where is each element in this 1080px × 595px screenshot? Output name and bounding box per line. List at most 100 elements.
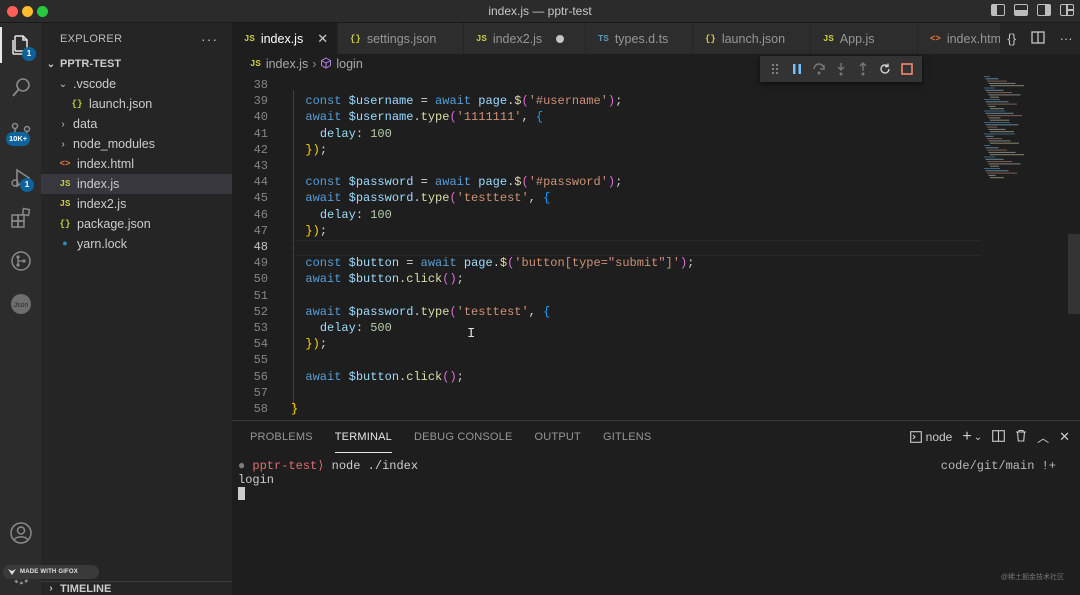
debug-toolbar — [760, 56, 922, 82]
code-text: delay: 100 — [319, 126, 392, 141]
panel-tab[interactable]: PROBLEMS — [250, 421, 313, 453]
editor-tab[interactable]: JS index2.js — [464, 23, 586, 54]
extensions-activity[interactable] — [0, 198, 41, 238]
panel-tab[interactable]: GITLENS — [603, 421, 651, 453]
panel-tab[interactable]: TERMINAL — [334, 421, 392, 453]
editor-tab[interactable]: TS types.d.ts — [586, 23, 693, 54]
panel-tab[interactable]: DEBUG CONSOLE — [414, 421, 513, 453]
toggle-secondary-sidebar-icon[interactable] — [1037, 4, 1051, 16]
code-line[interactable]: 57 — [232, 386, 982, 402]
gitlens-activity[interactable] — [0, 241, 41, 281]
js-file-icon: JS — [823, 33, 834, 44]
terminal-selector[interactable]: node — [909, 430, 952, 444]
trash-icon[interactable] — [1015, 429, 1027, 445]
search-activity[interactable] — [0, 68, 41, 108]
more-editor-actions-icon[interactable]: ··· — [1060, 31, 1073, 46]
editor-tab[interactable]: JS App.js — [811, 23, 918, 54]
code-line[interactable]: 40 await $username.type('1111111', { — [232, 110, 982, 126]
drag-handle-icon[interactable] — [766, 60, 784, 78]
code-line[interactable]: 45 await $password.type('testtest', { — [232, 191, 982, 207]
tree-item[interactable]: ⌄ .vscode — [41, 74, 232, 94]
tree-item[interactable]: JS index2.js — [41, 194, 232, 214]
minimap-line — [987, 126, 997, 128]
step-into-button[interactable] — [832, 60, 850, 78]
accounts-activity[interactable] — [0, 513, 41, 553]
tree-item[interactable]: › data — [41, 114, 232, 134]
tab-label: index.html — [946, 31, 1004, 46]
minimap[interactable] — [980, 74, 1070, 194]
split-editor-icon[interactable] — [1031, 30, 1045, 47]
code-line[interactable]: 41 delay: 100 — [232, 127, 982, 143]
code-line[interactable]: 51 — [232, 289, 982, 305]
code-line[interactable]: 43 — [232, 159, 982, 175]
stop-button[interactable] — [898, 60, 916, 78]
code-line[interactable]: 52 await $password.type('testtest', { — [232, 305, 982, 321]
minimap-line — [990, 142, 1019, 144]
tree-item-label: launch.json — [89, 97, 153, 111]
code-editor[interactable]: Ι 38 39 const $username = await page.$('#… — [232, 74, 1080, 420]
close-tab-icon[interactable]: ✕ — [317, 31, 328, 47]
code-line[interactable]: 48 — [232, 240, 982, 256]
restart-icon — [880, 63, 890, 74]
prompt-dir: pptr-test — [252, 459, 318, 473]
code-line[interactable]: 54 }); — [232, 337, 982, 353]
toggle-panel-icon[interactable] — [1014, 4, 1028, 16]
workspace-section[interactable]: ⌄ PPTR-TEST — [41, 54, 232, 74]
code-line[interactable]: 56 await $button.click(); — [232, 370, 982, 386]
split-terminal-icon[interactable] — [992, 429, 1005, 445]
explorer-activity[interactable]: 1 — [0, 25, 41, 65]
minimap-line — [985, 147, 999, 149]
bottom-panel: PROBLEMS TERMINAL DEBUG CONSOLE OUTPUT GITLE… — [232, 420, 1080, 595]
editor-scrollbar[interactable] — [1068, 234, 1080, 314]
step-over-button[interactable] — [810, 60, 828, 78]
layout-controls — [991, 4, 1074, 16]
open-json-icon[interactable]: {} — [1007, 31, 1016, 46]
terminal-prompt-line: ● pptr-test⟩ node ./index — [238, 459, 418, 473]
tree-item[interactable]: ● yarn.lock — [41, 234, 232, 254]
chevron-right-icon: › — [61, 138, 65, 150]
breadcrumb: JS index.js › login — [232, 54, 1080, 74]
run-debug-activity[interactable]: 1 — [0, 158, 41, 198]
breadcrumb-symbol[interactable]: login — [336, 57, 362, 71]
json-activity[interactable]: Json — [0, 284, 41, 324]
code-line[interactable]: 46 delay: 100 — [232, 208, 982, 224]
tree-item[interactable]: JS index.js — [41, 174, 232, 194]
chevron-down-icon[interactable]: ⌄ — [974, 432, 982, 443]
code-line[interactable]: 47 }); — [232, 224, 982, 240]
code-line[interactable]: 42 }); — [232, 143, 982, 159]
restart-button[interactable] — [876, 60, 894, 78]
code-line[interactable]: 39 const $username = await page.$('#user… — [232, 94, 982, 110]
timeline-section[interactable]: › TIMELINE — [41, 581, 232, 595]
close-panel-icon[interactable]: ✕ — [1059, 429, 1070, 445]
explorer-badge: 1 — [22, 47, 36, 61]
editor-tab[interactable]: JS index.js ✕ — [232, 23, 338, 54]
tree-item[interactable]: {} launch.json — [41, 94, 232, 114]
editor-tab[interactable]: {} settings.json — [338, 23, 464, 54]
tree-item[interactable]: <> index.html — [41, 154, 232, 174]
code-line[interactable]: 50 await $button.click(); — [232, 272, 982, 288]
code-line[interactable]: 58} — [232, 402, 982, 418]
step-out-button[interactable] — [854, 60, 872, 78]
new-terminal-icon[interactable]: + — [962, 428, 971, 446]
source-control-activity[interactable]: 10K+ — [0, 113, 41, 153]
toggle-sidebar-icon[interactable] — [991, 4, 1005, 16]
unsaved-dot-icon[interactable] — [556, 34, 565, 43]
minimap-line — [990, 96, 999, 98]
breadcrumb-file[interactable]: index.js — [266, 57, 308, 71]
explorer-sidebar: EXPLORER ··· ⌄ PPTR-TEST ⌄ .vscode {} launc… — [41, 23, 232, 595]
terminal-output[interactable]: ● pptr-test⟩ node ./index login — [238, 459, 418, 501]
tree-item[interactable]: {} package.json — [41, 214, 232, 234]
maximize-panel-icon[interactable]: ︿ — [1037, 429, 1049, 446]
code-line[interactable]: 55 — [232, 353, 982, 369]
pause-button[interactable] — [788, 60, 806, 78]
tree-item[interactable]: › node_modules — [41, 134, 232, 154]
editor-tab[interactable]: {} launch.json — [693, 23, 811, 54]
customize-layout-icon[interactable] — [1060, 4, 1074, 16]
minimap-line — [988, 140, 1011, 142]
code-line[interactable]: 53 delay: 500 — [232, 321, 982, 337]
panel-tab[interactable]: OUTPUT — [535, 421, 581, 453]
explorer-header: EXPLORER ··· — [41, 23, 232, 54]
code-line[interactable]: 44 const $password = await page.$('#pass… — [232, 175, 982, 191]
more-actions-icon[interactable]: ··· — [201, 31, 218, 47]
code-line[interactable]: 49 const $button = await page.$('button[… — [232, 256, 982, 272]
